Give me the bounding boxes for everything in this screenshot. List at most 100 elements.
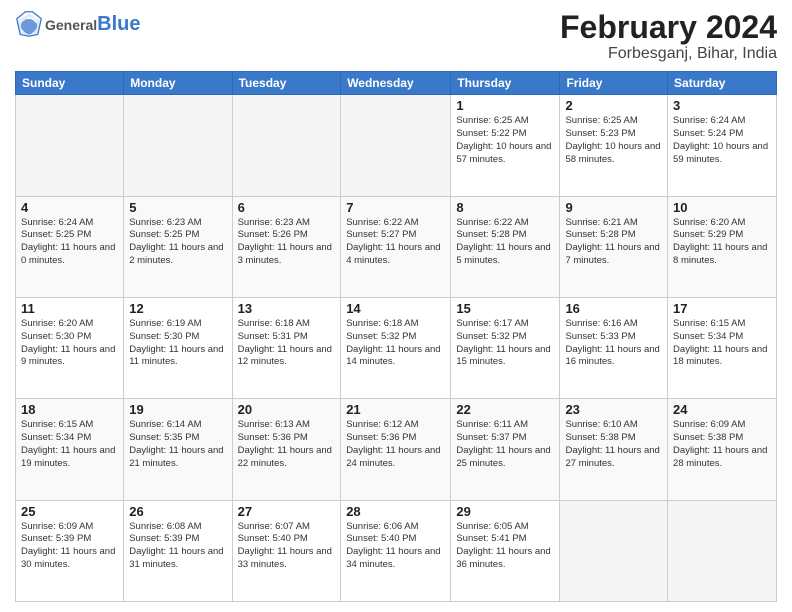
day-number: 25 (21, 504, 118, 519)
day-number: 10 (673, 200, 771, 215)
day-number: 16 (565, 301, 662, 316)
calendar-cell: 20 Sunrise: 6:13 AMSunset: 5:36 PMDayligh… (232, 399, 341, 500)
calendar-week-1: 1 Sunrise: 6:25 AMSunset: 5:22 PMDaylight… (16, 95, 777, 196)
calendar-cell (341, 95, 451, 196)
day-number: 8 (456, 200, 554, 215)
calendar-cell: 12Sunrise: 6:19 AMSunset: 5:30 PMDayligh… (124, 297, 232, 398)
calendar-cell (560, 500, 668, 601)
day-info: Sunrise: 6:23 AMSunset: 5:25 PMDaylight:… (129, 217, 226, 268)
calendar-week-5: 25 Sunrise: 6:09 AMSunset: 5:39 PMDayligh… (16, 500, 777, 601)
day-info: Sunrise: 6:11 AMSunset: 5:37 PMDaylight:… (456, 419, 554, 470)
day-info: Sunrise: 6:05 AMSunset: 5:41 PMDaylight:… (456, 521, 554, 572)
day-info: Sunrise: 6:07 AMSunset: 5:40 PMDaylight:… (238, 521, 336, 572)
day-number: 6 (238, 200, 336, 215)
calendar-week-2: 4Sunrise: 6:24 AMSunset: 5:25 PMDaylight… (16, 196, 777, 297)
day-info: Sunrise: 6:13 AMSunset: 5:36 PMDaylight:… (238, 419, 336, 470)
day-info: Sunrise: 6:16 AMSunset: 5:33 PMDaylight:… (565, 318, 662, 369)
generalblue-icon (15, 10, 43, 38)
day-info: Sunrise: 6:09 AMSunset: 5:38 PMDaylight:… (673, 419, 771, 470)
day-number: 5 (129, 200, 226, 215)
day-info: Sunrise: 6:21 AMSunset: 5:28 PMDaylight:… (565, 217, 662, 268)
location-title: Forbesganj, Bihar, India (560, 45, 777, 63)
day-number: 9 (565, 200, 662, 215)
day-number: 23 (565, 402, 662, 417)
day-info: Sunrise: 6:18 AMSunset: 5:31 PMDaylight:… (238, 318, 336, 369)
day-info: Sunrise: 6:12 AMSunset: 5:36 PMDaylight:… (346, 419, 445, 470)
day-info: Sunrise: 6:25 AMSunset: 5:23 PMDaylight:… (565, 115, 662, 166)
day-number: 20 (238, 402, 336, 417)
day-number: 7 (346, 200, 445, 215)
calendar-cell: 15 Sunrise: 6:17 AMSunset: 5:32 PMDayligh… (451, 297, 560, 398)
day-number: 18 (21, 402, 118, 417)
day-number: 3 (673, 98, 771, 113)
title-block: February 2024 Forbesganj, Bihar, India (560, 10, 777, 63)
calendar-cell: 10 Sunrise: 6:20 AMSunset: 5:29 PMDayligh… (668, 196, 777, 297)
day-info: Sunrise: 6:20 AMSunset: 5:29 PMDaylight:… (673, 217, 771, 268)
calendar-cell: 18 Sunrise: 6:15 AMSunset: 5:34 PMDayligh… (16, 399, 124, 500)
day-info: Sunrise: 6:09 AMSunset: 5:39 PMDaylight:… (21, 521, 118, 572)
calendar-cell: 8 Sunrise: 6:22 AMSunset: 5:28 PMDaylight… (451, 196, 560, 297)
day-info: Sunrise: 6:24 AMSunset: 5:24 PMDaylight:… (673, 115, 771, 166)
day-info: Sunrise: 6:06 AMSunset: 5:40 PMDaylight:… (346, 521, 445, 572)
calendar-cell: 13 Sunrise: 6:18 AMSunset: 5:31 PMDayligh… (232, 297, 341, 398)
calendar-cell (668, 500, 777, 601)
calendar-cell: 6Sunrise: 6:23 AMSunset: 5:26 PMDaylight… (232, 196, 341, 297)
header-wednesday: Wednesday (341, 72, 451, 95)
calendar-cell: 24 Sunrise: 6:09 AMSunset: 5:38 PMDayligh… (668, 399, 777, 500)
header-tuesday: Tuesday (232, 72, 341, 95)
day-number: 29 (456, 504, 554, 519)
day-info: Sunrise: 6:08 AMSunset: 5:39 PMDaylight:… (129, 521, 226, 572)
logo-blue: Blue (97, 13, 140, 36)
calendar-cell: 23 Sunrise: 6:10 AMSunset: 5:38 PMDayligh… (560, 399, 668, 500)
day-number: 24 (673, 402, 771, 417)
calendar-cell: 29 Sunrise: 6:05 AMSunset: 5:41 PMDayligh… (451, 500, 560, 601)
day-info: Sunrise: 6:10 AMSunset: 5:38 PMDaylight:… (565, 419, 662, 470)
calendar-cell: 11 Sunrise: 6:20 AMSunset: 5:30 PMDayligh… (16, 297, 124, 398)
day-info: Sunrise: 6:15 AMSunset: 5:34 PMDaylight:… (21, 419, 118, 470)
day-info: Sunrise: 6:18 AMSunset: 5:32 PMDaylight:… (346, 318, 445, 369)
day-number: 26 (129, 504, 226, 519)
calendar-cell: 22Sunrise: 6:11 AMSunset: 5:37 PMDayligh… (451, 399, 560, 500)
day-number: 19 (129, 402, 226, 417)
header-friday: Friday (560, 72, 668, 95)
day-info: Sunrise: 6:22 AMSunset: 5:27 PMDaylight:… (346, 217, 445, 268)
calendar-cell: 7 Sunrise: 6:22 AMSunset: 5:27 PMDaylight… (341, 196, 451, 297)
day-info: Sunrise: 6:15 AMSunset: 5:34 PMDaylight:… (673, 318, 771, 369)
day-number: 14 (346, 301, 445, 316)
calendar-cell (124, 95, 232, 196)
calendar-cell: 26 Sunrise: 6:08 AMSunset: 5:39 PMDayligh… (124, 500, 232, 601)
day-number: 15 (456, 301, 554, 316)
calendar-cell: 17 Sunrise: 6:15 AMSunset: 5:34 PMDayligh… (668, 297, 777, 398)
header-monday: Monday (124, 72, 232, 95)
day-number: 28 (346, 504, 445, 519)
calendar-cell: 28 Sunrise: 6:06 AMSunset: 5:40 PMDayligh… (341, 500, 451, 601)
calendar-table: Sunday Monday Tuesday Wednesday Thursday… (15, 71, 777, 602)
calendar-cell (232, 95, 341, 196)
day-info: Sunrise: 6:24 AMSunset: 5:25 PMDaylight:… (21, 217, 118, 268)
header-sunday: Sunday (16, 72, 124, 95)
day-number: 27 (238, 504, 336, 519)
calendar-cell: 16 Sunrise: 6:16 AMSunset: 5:33 PMDayligh… (560, 297, 668, 398)
header: General Blue February 2024 Forbesganj, B… (15, 10, 777, 63)
day-info: Sunrise: 6:14 AMSunset: 5:35 PMDaylight:… (129, 419, 226, 470)
calendar-cell: 3 Sunrise: 6:24 AMSunset: 5:24 PMDaylight… (668, 95, 777, 196)
header-saturday: Saturday (668, 72, 777, 95)
calendar-cell: 21 Sunrise: 6:12 AMSunset: 5:36 PMDayligh… (341, 399, 451, 500)
day-number: 1 (456, 98, 554, 113)
calendar-cell: 27 Sunrise: 6:07 AMSunset: 5:40 PMDayligh… (232, 500, 341, 601)
day-number: 17 (673, 301, 771, 316)
day-info: Sunrise: 6:22 AMSunset: 5:28 PMDaylight:… (456, 217, 554, 268)
day-number: 13 (238, 301, 336, 316)
day-info: Sunrise: 6:20 AMSunset: 5:30 PMDaylight:… (21, 318, 118, 369)
day-number: 11 (21, 301, 118, 316)
day-number: 21 (346, 402, 445, 417)
weekday-header-row: Sunday Monday Tuesday Wednesday Thursday… (16, 72, 777, 95)
calendar-cell: 14 Sunrise: 6:18 AMSunset: 5:32 PMDayligh… (341, 297, 451, 398)
logo: General Blue (15, 10, 140, 38)
calendar-cell: 4Sunrise: 6:24 AMSunset: 5:25 PMDaylight… (16, 196, 124, 297)
calendar-cell: 9 Sunrise: 6:21 AMSunset: 5:28 PMDaylight… (560, 196, 668, 297)
day-info: Sunrise: 6:25 AMSunset: 5:22 PMDaylight:… (456, 115, 554, 166)
day-info: Sunrise: 6:17 AMSunset: 5:32 PMDaylight:… (456, 318, 554, 369)
calendar-week-4: 18 Sunrise: 6:15 AMSunset: 5:34 PMDayligh… (16, 399, 777, 500)
header-thursday: Thursday (451, 72, 560, 95)
